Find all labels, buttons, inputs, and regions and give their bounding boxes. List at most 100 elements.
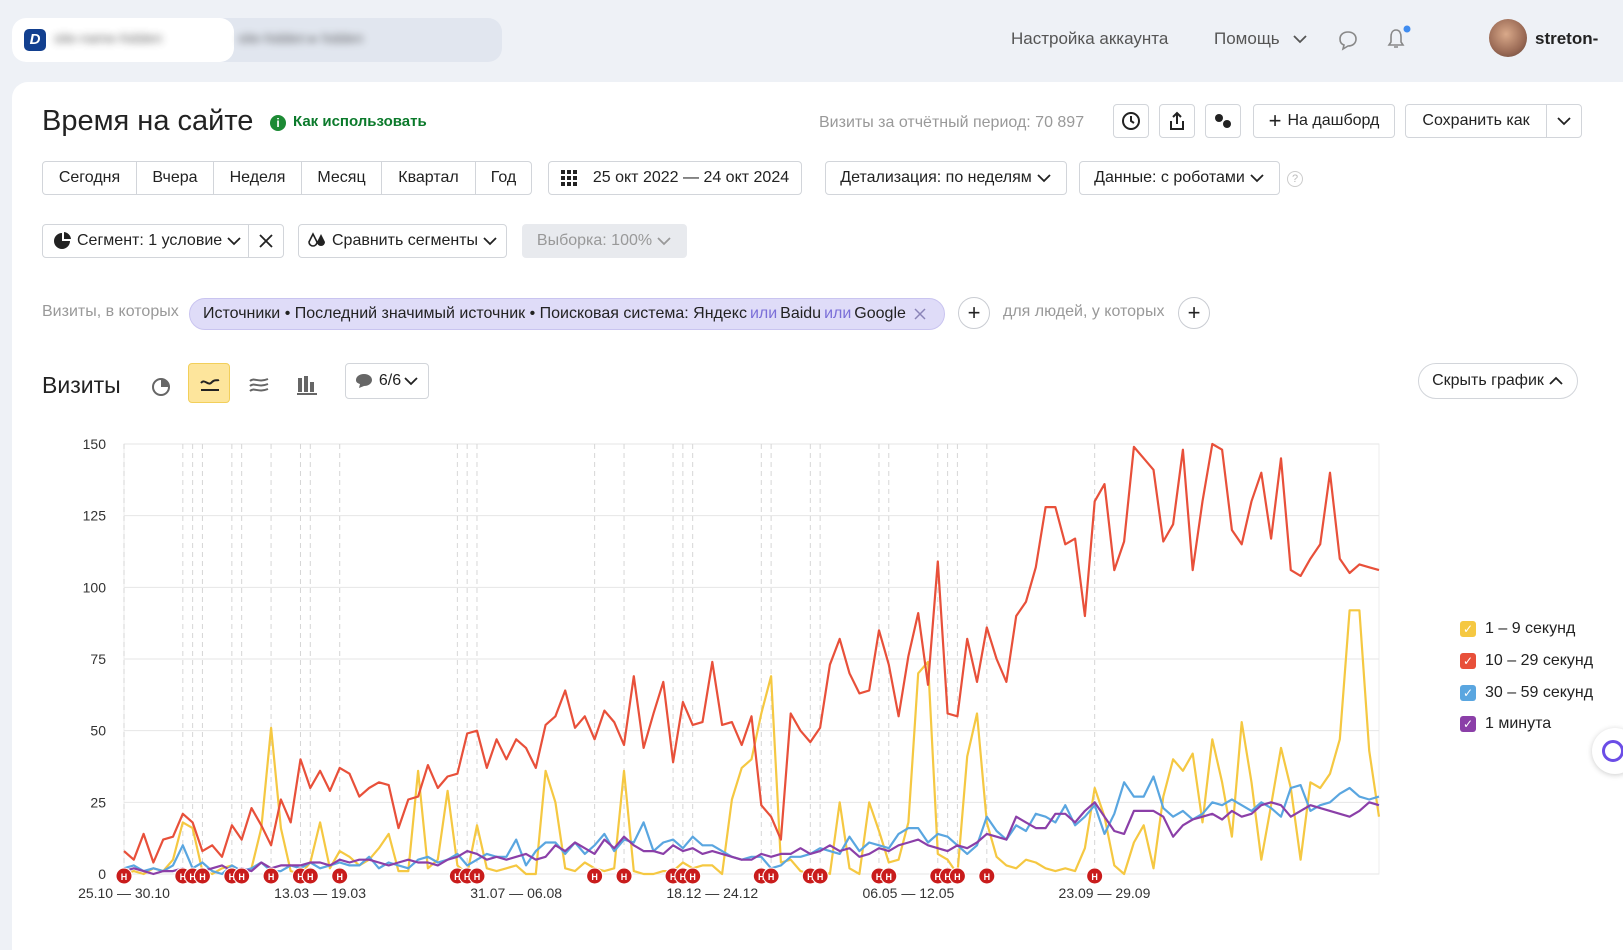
annotation-marker-icon[interactable]: H [262,867,280,885]
info-icon: i [270,115,286,131]
chevron-down-icon [227,237,241,246]
export-button[interactable] [1159,104,1195,138]
annotation-marker-icon[interactable]: H [762,867,780,885]
quote-button[interactable] [1205,104,1241,138]
chevron-down-icon [1250,174,1264,183]
detail-dropdown[interactable]: Детализация: по неделям [825,161,1067,195]
annotation-marker-icon[interactable]: H [115,867,133,885]
annotation-marker-icon[interactable]: H [978,867,996,885]
legend-label: 30 – 59 секунд [1485,684,1594,701]
svg-text:H: H [689,872,696,882]
site-tab-active[interactable]: D site-name-hidden [12,18,234,62]
date-range-label: 25 окт 2022 — 24 окт 2024 [592,169,790,186]
period-year[interactable]: Год [475,161,532,195]
period-week[interactable]: Неделя [213,161,302,195]
legend-item-1-min[interactable]: ✓ 1 минута [1460,715,1551,733]
legend-label: 1 минута [1485,715,1552,732]
pie-chart-icon[interactable] [150,376,172,398]
help-menu[interactable]: Помощь [1214,29,1280,49]
sample-dropdown[interactable]: Выборка: 100% [522,224,687,258]
page-title: Время на сайте [42,105,254,137]
compare-segments-dropdown[interactable]: Сравнить сегменты [298,224,507,258]
annotation-marker-icon[interactable]: H [468,867,486,885]
annotation-marker-icon[interactable]: H [331,867,349,885]
bell-icon[interactable] [1385,24,1411,52]
add-visit-condition-button[interactable]: + [958,297,990,329]
chevron-down-icon [657,237,671,246]
series-line-2 [123,442,1380,864]
legend-item-30-59-sec[interactable]: ✓ 30 – 59 секунд [1460,684,1593,702]
period-yesterday[interactable]: Вчера [136,161,214,195]
add-to-dashboard-button[interactable]: + На дашборд [1253,104,1395,138]
annotation-marker-icon[interactable]: H [193,867,211,885]
svg-text:H: H [621,872,628,882]
save-as-button[interactable]: Сохранить как [1405,104,1547,138]
clock-icon [1122,112,1140,130]
metrika-logo-icon: D [24,29,46,51]
annotation-marker-icon[interactable]: H [948,867,966,885]
annotation-marker-icon[interactable]: H [301,867,319,885]
annotation-marker-icon[interactable]: H [1086,867,1104,885]
filter-condition-pill[interactable]: Источники • Последний значимый источник … [189,298,945,330]
x-tick-label: 31.07 — 06.08 [470,885,562,901]
legend-checkbox-icon: ✓ [1460,621,1476,637]
y-tick-label: 150 [83,436,107,452]
chat-icon[interactable] [1337,29,1359,51]
line-chart-button[interactable] [188,363,230,403]
annotation-marker-icon[interactable]: H [233,867,251,885]
svg-text:H: H [336,872,343,882]
hide-chart-button[interactable]: Скрыть график [1418,363,1578,399]
annotations-dropdown[interactable]: 6/6 [345,363,429,399]
segment-dropdown[interactable]: Сегмент: 1 условие [42,224,249,258]
period-quarter[interactable]: Квартал [381,161,476,195]
y-tick-label: 25 [90,794,106,810]
series-line-4 [123,801,1380,876]
period-today[interactable]: Сегодня [42,161,137,195]
add-people-condition-button[interactable]: + [1178,297,1210,329]
username[interactable]: streton- [1535,29,1598,49]
save-as-dropdown[interactable] [1546,104,1582,138]
how-to-use-link[interactable]: Как использовать [293,113,427,130]
filter-part3: Google [854,305,906,322]
save-as-label: Сохранить как [1422,112,1530,129]
close-icon[interactable] [913,307,927,321]
x-tick-label: 18.12 — 24.12 [666,885,758,901]
period-month[interactable]: Месяц [301,161,382,195]
people-where-label: для людей, у которых [1003,303,1165,320]
annotation-marker-icon[interactable]: H [684,867,702,885]
legend-item-10-29-sec[interactable]: ✓ 10 – 29 секунд [1460,652,1593,670]
legend-checkbox-icon: ✓ [1460,716,1476,732]
history-button[interactable] [1113,104,1149,138]
data-mode-dropdown[interactable]: Данные: с роботами [1079,161,1280,195]
legend-checkbox-icon: ✓ [1460,653,1476,669]
x-tick-label: 13.03 — 19.03 [274,885,366,901]
clear-segment-button[interactable] [248,224,284,258]
annotation-marker-icon[interactable]: H [811,867,829,885]
annotation-marker-icon[interactable]: H [586,867,604,885]
help-icon[interactable]: ? [1287,171,1303,187]
calendar-grid-icon [560,170,577,186]
stacked-area-icon[interactable] [248,374,270,396]
share-icon [1170,111,1184,130]
svg-text:H: H [984,872,991,882]
y-tick-label: 50 [90,723,106,739]
annotation-marker-icon[interactable]: H [615,867,633,885]
chevron-down-icon [404,377,418,386]
avatar[interactable] [1489,19,1527,57]
column-chart-icon[interactable] [296,374,318,396]
visits-where-label: Визиты, в которых [42,303,179,320]
filter-or-1: или [749,305,778,322]
legend-item-1-9-sec[interactable]: ✓ 1 – 9 секунд [1460,620,1575,638]
chevron-down-icon [1037,174,1051,183]
site-tab-2[interactable]: site-hidden ▸ hidden [238,30,488,46]
y-tick-label: 125 [83,508,107,524]
annotation-marker-icon[interactable]: H [880,867,898,885]
svg-text:H: H [768,872,775,882]
x-tick-label: 06.05 — 12.05 [862,885,954,901]
segment-label: Сегмент: 1 условие [77,232,223,249]
date-range-picker[interactable]: 25 окт 2022 — 24 окт 2024 [548,161,802,195]
top-bar: D site-name-hidden site-hidden ▸ hidden … [0,0,1623,80]
account-settings-link[interactable]: Настройка аккаунта [1011,29,1168,49]
assistant-icon [1602,740,1623,762]
sample-label: Выборка: 100% [536,232,653,249]
